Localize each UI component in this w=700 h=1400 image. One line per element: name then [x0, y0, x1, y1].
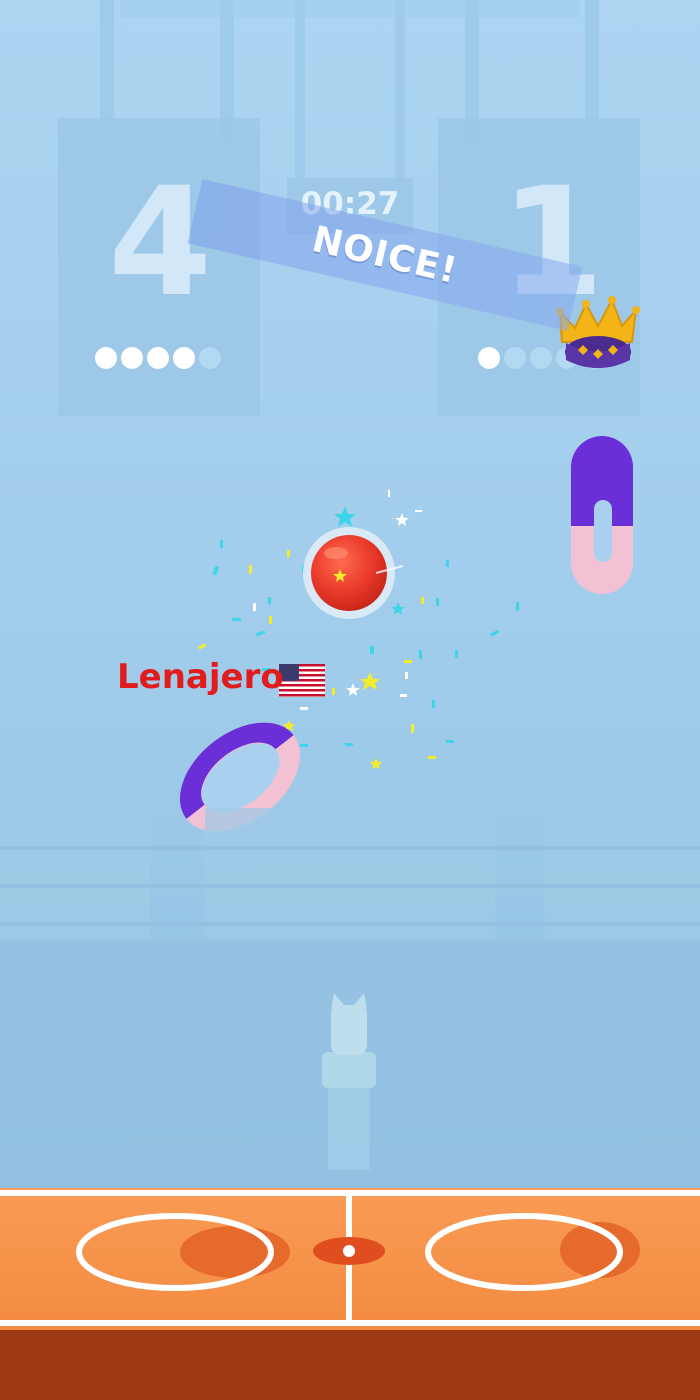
player-name-label: Lenajero: [117, 657, 284, 697]
right-ring: [571, 436, 633, 594]
shot-dot: [504, 347, 526, 369]
shot-dot: [478, 347, 500, 369]
shot-dot: [147, 347, 169, 369]
shot-dot: [95, 347, 117, 369]
us-flag-icon: [278, 663, 326, 698]
shot-dot: [199, 347, 221, 369]
shot-dot: [530, 347, 552, 369]
court: [0, 1188, 700, 1400]
shot-dot: [121, 347, 143, 369]
shot-dot: [173, 347, 195, 369]
